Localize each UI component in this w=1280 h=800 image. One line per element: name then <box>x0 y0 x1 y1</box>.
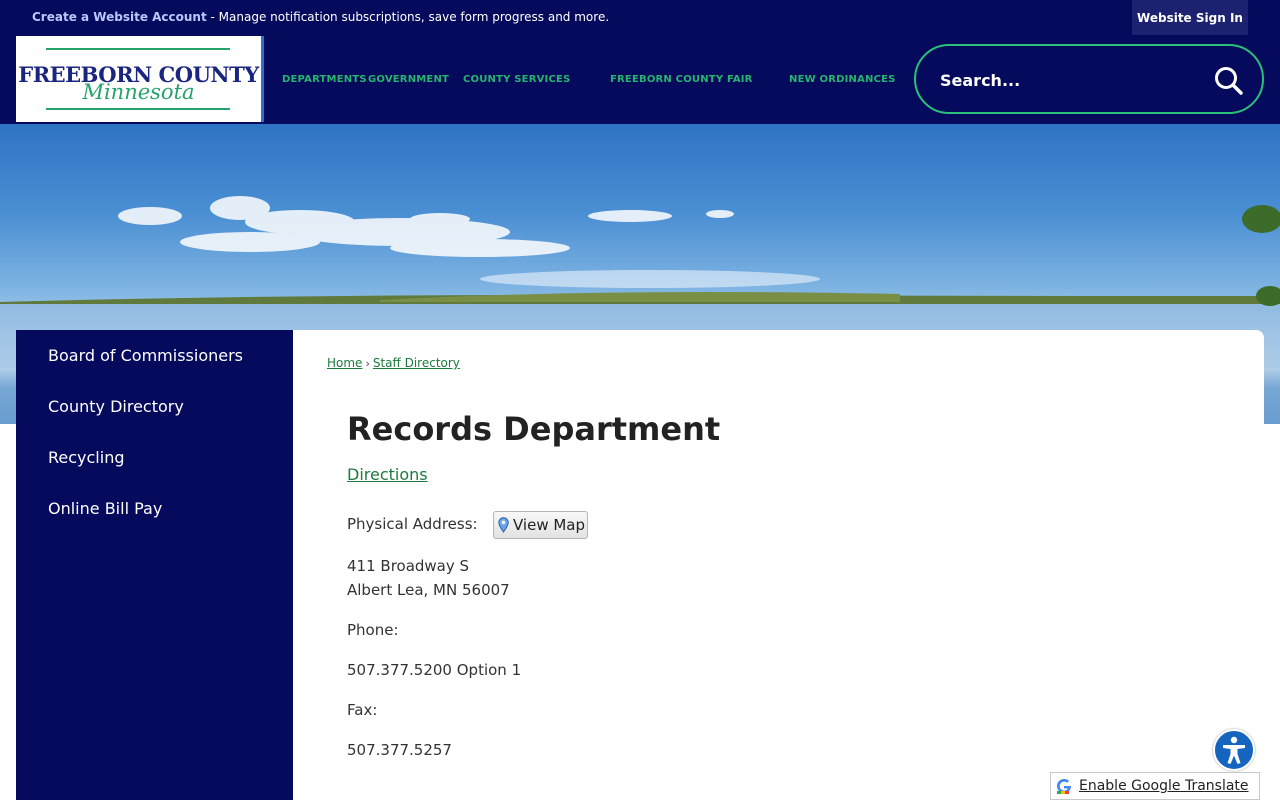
phone-label: Phone: <box>347 621 399 639</box>
directions-link[interactable]: Directions <box>347 465 428 484</box>
google-translate-icon <box>1055 777 1073 795</box>
sidebar-item-board-of-commissioners[interactable]: Board of Commissioners <box>48 346 243 365</box>
physical-address-label: Physical Address: <box>347 515 478 533</box>
utility-bar: Create a Website Account - Manage notifi… <box>0 0 1280 36</box>
search-input[interactable] <box>940 66 1210 94</box>
logo-rule-bottom <box>46 108 230 110</box>
nav-departments[interactable]: DEPARTMENTS <box>282 74 367 85</box>
fax-value: 507.377.5257 <box>347 741 452 759</box>
view-map-button[interactable]: View Map <box>493 511 588 539</box>
website-sign-in-button[interactable]: Website Sign In <box>1132 0 1248 35</box>
map-pin-icon <box>498 517 509 533</box>
search-box <box>914 44 1264 114</box>
nav-county-services[interactable]: COUNTY SERVICES <box>463 74 570 85</box>
nav-government[interactable]: GOVERNMENT <box>368 74 449 85</box>
sidebar-item-recycling[interactable]: Recycling <box>48 448 125 467</box>
google-translate-label: Enable Google Translate <box>1079 778 1249 794</box>
nav-freeborn-county-fair[interactable]: FREEBORN COUNTY FAIR <box>610 74 753 85</box>
logo-subtitle: Minnesota <box>82 80 195 104</box>
site-header: FREEBORN COUNTY Minnesota DEPARTMENTS GO… <box>0 36 1280 124</box>
google-translate-button[interactable]: Enable Google Translate <box>1050 772 1260 800</box>
sidebar-item-county-directory[interactable]: County Directory <box>48 397 184 416</box>
breadcrumb-separator: › <box>365 357 370 370</box>
address-line-2: Albert Lea, MN 56007 <box>347 581 510 599</box>
view-map-label: View Map <box>513 516 586 534</box>
breadcrumb-home-link[interactable]: Home <box>327 356 362 370</box>
create-account-link[interactable]: Create a Website Account <box>32 10 207 24</box>
breadcrumb-staff-directory-link[interactable]: Staff Directory <box>373 356 460 370</box>
nav-new-ordinances[interactable]: NEW ORDINANCES <box>789 74 896 85</box>
accessibility-icon[interactable] <box>1213 729 1255 771</box>
address-line-1: 411 Broadway S <box>347 557 470 575</box>
account-message-text: - Manage notification subscriptions, sav… <box>206 10 610 24</box>
accessibility-figure <box>1223 736 1245 764</box>
account-message: Create a Website Account - Manage notifi… <box>32 10 609 24</box>
main-content: Home › Staff Directory Records Department … <box>293 330 1264 800</box>
logo-rule-top <box>46 48 230 50</box>
county-logo[interactable]: FREEBORN COUNTY Minnesota <box>16 36 264 122</box>
breadcrumb: Home › Staff Directory <box>327 356 460 370</box>
sidebar-nav: Board of Commissioners County Directory … <box>16 330 293 800</box>
fax-label: Fax: <box>347 701 378 719</box>
sidebar-item-online-bill-pay[interactable]: Online Bill Pay <box>48 499 162 518</box>
phone-value: 507.377.5200 Option 1 <box>347 661 522 679</box>
page-title: Records Department <box>347 410 721 448</box>
search-icon[interactable] <box>1214 66 1244 96</box>
